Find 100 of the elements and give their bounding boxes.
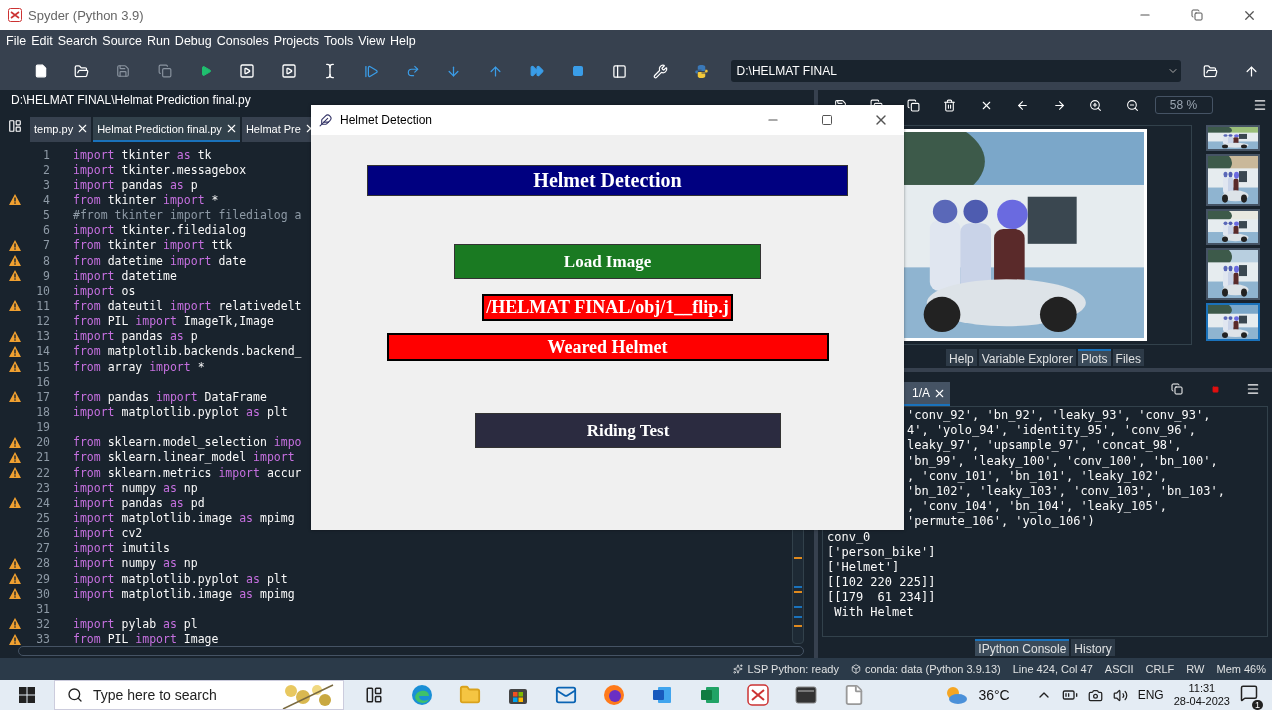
- python-icon[interactable]: [694, 63, 710, 79]
- document-app-icon[interactable]: [652, 685, 672, 705]
- language[interactable]: ENG: [1137, 688, 1164, 702]
- line-number: 20: [35, 435, 50, 450]
- edge-icon[interactable]: [411, 684, 433, 706]
- pane-tab[interactable]: Help: [946, 349, 977, 366]
- code-line: from dateutil import relativedelt: [73, 298, 302, 313]
- menu-item[interactable]: Search: [57, 34, 98, 48]
- maximize-pane-icon[interactable]: [611, 63, 627, 79]
- file-tab[interactable]: temp.py: [30, 117, 92, 142]
- notifications-icon[interactable]: [1240, 684, 1258, 702]
- weather-icon[interactable]: [944, 685, 969, 705]
- search-input[interactable]: Type here to search: [91, 686, 261, 704]
- line-number: 24: [35, 495, 50, 510]
- parent-directory-icon[interactable]: [1243, 63, 1259, 79]
- code-line: import matplotlib.pyplot as plt: [73, 571, 288, 586]
- console-line: [[179 61 234]]: [826, 590, 937, 606]
- camera-icon[interactable]: [1087, 687, 1103, 703]
- lsp-icon[interactable]: [733, 664, 744, 674]
- run-cell-icon[interactable]: [239, 63, 256, 79]
- riding-test-button[interactable]: Riding Test: [475, 413, 781, 448]
- app-logo-icon[interactable]: [747, 684, 769, 706]
- line-number: 14: [35, 344, 50, 359]
- status-item: RW: [1186, 663, 1205, 675]
- pane-tab[interactable]: Plots: [1077, 349, 1111, 366]
- run-icon[interactable]: [199, 65, 212, 77]
- line-number: 18: [35, 404, 50, 419]
- clock-time[interactable]: 11:31: [1188, 682, 1216, 695]
- previous-icon[interactable]: [1016, 98, 1030, 112]
- code-line: from sklearn.model_selection impo: [73, 435, 302, 450]
- line-number: 31: [35, 601, 50, 616]
- zoom-field[interactable]: 58 %: [1154, 96, 1213, 114]
- delete-icon[interactable]: [943, 98, 957, 112]
- pane-tab[interactable]: IPython Console: [975, 639, 1070, 656]
- browse-folder-icon[interactable]: [1202, 63, 1218, 79]
- zoom-in-icon[interactable]: [1089, 98, 1103, 112]
- step-over-icon[interactable]: [405, 64, 420, 78]
- line-number: 10: [35, 283, 50, 298]
- code-line: from matplotlib.backends.backend_: [73, 344, 302, 359]
- code-line: from array import *: [73, 359, 205, 374]
- stop-icon[interactable]: [1211, 385, 1219, 393]
- clock-date[interactable]: 28-04-2023: [1173, 695, 1230, 708]
- line-number: 12: [35, 314, 50, 329]
- menu-item[interactable]: Debug: [174, 34, 212, 48]
- blank-file-icon[interactable]: [843, 684, 865, 706]
- line-number: 22: [35, 465, 50, 480]
- menu-icon[interactable]: [1246, 382, 1260, 396]
- file-tab[interactable]: Helmat Prediction final.py: [93, 117, 240, 142]
- stop-icon[interactable]: [571, 65, 584, 77]
- menu-item[interactable]: Projects: [273, 34, 319, 48]
- console-line: 4', 'yolo_94', 'identity_95', 'conv_96',: [906, 423, 1197, 439]
- volume-icon[interactable]: [1112, 687, 1128, 703]
- copy-icon[interactable]: [906, 98, 920, 112]
- console-line: , 'conv_101', 'bn_101', 'leaky_102',: [906, 468, 1169, 484]
- pane-tab[interactable]: Files: [1112, 349, 1144, 366]
- debug-icon[interactable]: [363, 63, 379, 79]
- zoom-out-icon[interactable]: [1125, 98, 1139, 112]
- firefox-icon[interactable]: [603, 684, 625, 706]
- copy-icon[interactable]: [1171, 383, 1183, 395]
- maximize-icon[interactable]: [821, 114, 833, 126]
- save-all-icon[interactable]: [157, 64, 172, 78]
- task-view-icon[interactable]: [365, 686, 383, 704]
- wrench-icon[interactable]: [653, 63, 669, 79]
- pane-tab[interactable]: History: [1071, 639, 1115, 656]
- pane-tab[interactable]: Variable Explorer: [978, 349, 1076, 366]
- menu-item[interactable]: Edit: [31, 34, 53, 48]
- menu-item[interactable]: Help: [390, 34, 416, 48]
- save-icon[interactable]: [116, 64, 131, 78]
- continue-icon[interactable]: [529, 64, 544, 78]
- temperature[interactable]: 36°C: [978, 687, 1010, 703]
- menu-item[interactable]: View: [358, 34, 386, 48]
- menu-item[interactable]: Consoles: [216, 34, 269, 48]
- menu-item[interactable]: Source: [102, 34, 142, 48]
- menu-item[interactable]: File: [6, 34, 27, 48]
- code-line: import imutils: [73, 541, 170, 556]
- spreadsheet-app-icon[interactable]: [700, 685, 720, 705]
- code-line: from datetime import date: [73, 253, 247, 268]
- menu-item[interactable]: Tools: [324, 34, 354, 48]
- load-image-button[interactable]: Load Image: [454, 244, 761, 279]
- menu-icon[interactable]: [1252, 98, 1267, 112]
- windows-start-icon[interactable]: [19, 687, 35, 703]
- mail-icon[interactable]: [555, 684, 577, 706]
- next-icon[interactable]: [1052, 98, 1066, 112]
- new-file-icon[interactable]: [33, 64, 48, 78]
- browse-tabs-icon[interactable]: [8, 119, 22, 133]
- battery-icon[interactable]: [1061, 687, 1078, 703]
- run-cell-advance-icon[interactable]: [280, 63, 297, 79]
- code-line: import cv2: [73, 526, 143, 541]
- open-folder-icon[interactable]: [74, 63, 90, 79]
- restore-icon[interactable]: [1191, 9, 1203, 21]
- conda-icon[interactable]: [850, 664, 861, 674]
- notification-count: 1: [1252, 700, 1263, 710]
- step-return-icon[interactable]: [487, 63, 503, 79]
- terminal-icon[interactable]: [795, 686, 817, 704]
- search-bar[interactable]: Type here to search: [54, 680, 344, 710]
- step-into-icon[interactable]: [446, 63, 462, 79]
- code-line: import tkinter as tk: [73, 147, 212, 162]
- working-directory-field[interactable]: D:\HELMAT FINAL: [730, 60, 1182, 82]
- code-line: import matplotlib.pyplot as plt: [73, 404, 288, 419]
- menu-item[interactable]: Run: [146, 34, 170, 48]
